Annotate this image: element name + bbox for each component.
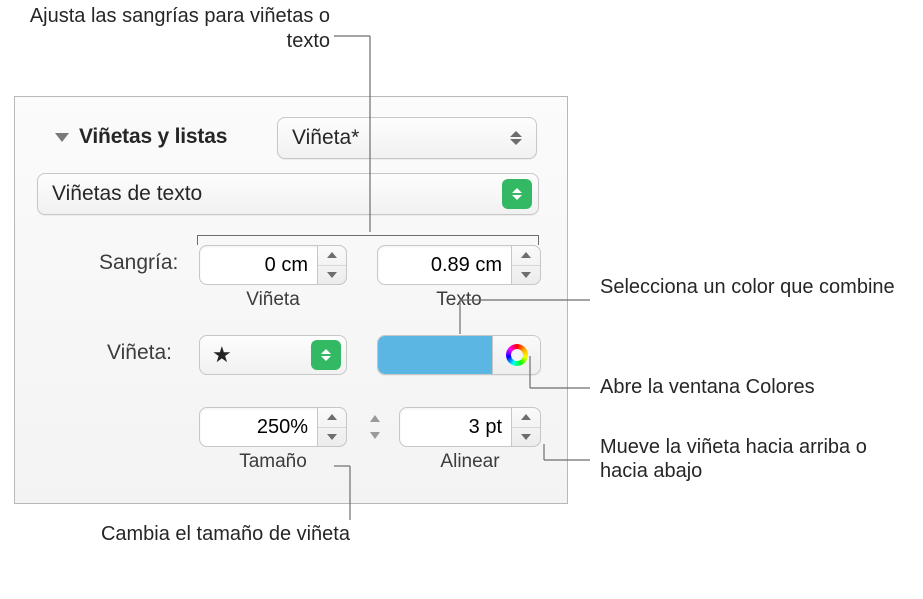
callout-size: Cambia el tamaño de viñeta: [90, 522, 350, 547]
stepper-buttons[interactable]: [317, 407, 347, 447]
color-wheel-icon: [506, 344, 528, 366]
color-picker-button[interactable]: [492, 336, 540, 374]
step-down-button[interactable]: [318, 265, 346, 285]
stepper-buttons[interactable]: [511, 245, 541, 285]
stepper-buttons[interactable]: [511, 407, 541, 447]
chevron-updown-icon: [311, 340, 341, 370]
callout-align: Mueve la viñeta hacia arriba o hacia aba…: [600, 435, 900, 484]
section-title: Viñetas y listas: [79, 125, 227, 149]
step-down-button[interactable]: [318, 427, 346, 447]
bullet-align-input[interactable]: [412, 416, 502, 439]
indent-text-stepper[interactable]: [377, 245, 541, 285]
vertical-align-icon: [361, 413, 389, 441]
callout-color-well: Abre la ventana Colores: [600, 375, 920, 399]
size-sublabel: Tamaño: [199, 451, 347, 473]
list-style-dropdown[interactable]: Viñeta*: [277, 117, 537, 159]
align-sublabel: Alinear: [399, 451, 541, 473]
bullet-type-dropdown[interactable]: Viñetas de texto: [37, 173, 539, 215]
stepper-buttons[interactable]: [317, 245, 347, 285]
chevron-updown-icon: [502, 179, 532, 209]
callout-indent: Ajusta las sangrías para viñetas o texto: [0, 4, 330, 54]
indent-bracket: [197, 227, 539, 245]
bullet-label: Viñeta:: [107, 341, 172, 365]
indent-bullet-input[interactable]: [212, 254, 308, 277]
bullet-size-input[interactable]: [212, 416, 308, 439]
bullet-symbol-dropdown[interactable]: ★: [199, 335, 347, 375]
bullet-size-stepper[interactable]: [199, 407, 347, 447]
step-up-button[interactable]: [318, 408, 346, 427]
bullet-color-group: [377, 335, 541, 375]
section-header[interactable]: Viñetas y listas: [55, 125, 227, 149]
bullet-align-stepper[interactable]: [399, 407, 541, 447]
indent-label: Sangría:: [99, 251, 178, 275]
disclosure-triangle-icon[interactable]: [55, 133, 69, 142]
step-up-button[interactable]: [512, 246, 540, 265]
color-swatch[interactable]: [378, 336, 492, 374]
callout-color-swatch: Selecciona un color que combine: [600, 275, 900, 299]
bullet-type-value: Viñetas de texto: [52, 182, 202, 206]
step-down-button[interactable]: [512, 265, 540, 285]
step-up-button[interactable]: [512, 408, 540, 427]
indent-bullet-stepper[interactable]: [199, 245, 347, 285]
list-style-value: Viñeta*: [292, 126, 359, 150]
indent-text-input[interactable]: [390, 254, 502, 277]
step-up-button[interactable]: [318, 246, 346, 265]
star-icon: ★: [212, 342, 232, 368]
chevron-updown-icon: [510, 131, 522, 145]
bullets-lists-panel: Viñetas y listas Viñeta* Viñetas de text…: [14, 96, 568, 504]
step-down-button[interactable]: [512, 427, 540, 447]
indent-text-sublabel: Texto: [377, 289, 541, 311]
indent-bullet-sublabel: Viñeta: [199, 289, 347, 311]
